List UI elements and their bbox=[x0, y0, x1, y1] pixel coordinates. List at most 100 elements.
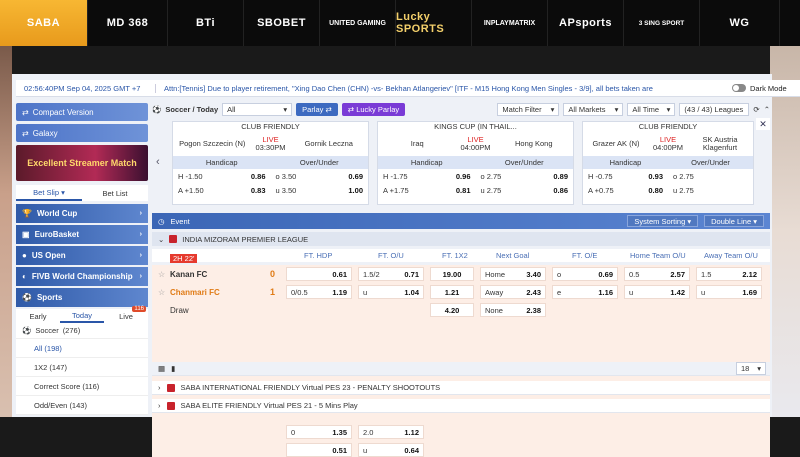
category-label: EuroBasket bbox=[34, 230, 80, 239]
leagues-button[interactable]: (43 / 43) Leagues bbox=[679, 102, 750, 116]
line: 0/0.5 bbox=[291, 287, 308, 297]
compact-version-button[interactable]: ⇄ Compact Version bbox=[16, 103, 148, 121]
button-label: Parlay bbox=[302, 104, 324, 114]
odds-cell[interactable]: 1.21 bbox=[430, 285, 474, 299]
announcement-text[interactable]: Attn:[Tennis] Due to player retirement, … bbox=[156, 84, 732, 93]
brand-lucky-sports[interactable]: Lucky SPORTS bbox=[396, 0, 472, 46]
market-all[interactable]: All (198) bbox=[16, 339, 148, 358]
market-odd-even[interactable]: Odd/Even (143) bbox=[16, 396, 148, 415]
featured-card[interactable]: CLUB FRIENDLY Grazer AK (N) LIVE 04:00PM … bbox=[582, 121, 754, 205]
league-header[interactable]: › SABA INTERNATIONAL FRIENDLY Virtual PE… bbox=[152, 381, 770, 395]
promo-banner[interactable]: Excellent Streamer Match bbox=[16, 145, 148, 181]
brand-apsports[interactable]: APsports bbox=[548, 0, 624, 46]
league-header[interactable]: ⌄ INDIA MIZORAM PREMIER LEAGUE bbox=[152, 232, 770, 246]
odds-cell[interactable]: 0.51 bbox=[286, 443, 352, 457]
featured-card[interactable]: CLUB FRIENDLY Pogon Szczecin (N) LIVE 03:… bbox=[172, 121, 369, 205]
odds-cell[interactable]: o 2.75 0.89 bbox=[476, 172, 574, 181]
odds-cell[interactable]: 0 1.35 bbox=[286, 425, 352, 439]
odds-cell[interactable]: Home 3.40 bbox=[480, 267, 546, 281]
odds-cell[interactable]: o 3.50 0.69 bbox=[271, 172, 369, 181]
sport-count: (276) bbox=[62, 326, 81, 335]
category-us-open[interactable]: ● US Open › bbox=[16, 246, 148, 265]
odds-cell[interactable]: e 1.16 bbox=[552, 285, 618, 299]
page-size-select[interactable]: 18 ▾ bbox=[736, 362, 766, 375]
star-icon[interactable]: ☆ bbox=[158, 270, 165, 279]
brand-saba[interactable]: SABA bbox=[0, 0, 88, 46]
tab-live[interactable]: Live 116 bbox=[104, 306, 148, 323]
odds-cell[interactable]: u 1.42 bbox=[624, 285, 690, 299]
galaxy-button[interactable]: ⇄ Galaxy bbox=[16, 124, 148, 142]
markets-select[interactable]: All Markets ▾ bbox=[563, 102, 624, 116]
odds-cell[interactable]: u 3.50 1.00 bbox=[271, 186, 369, 195]
league-header[interactable]: › SABA ELITE FRIENDLY Virtual PES 21 - 5… bbox=[152, 399, 770, 413]
grid-icon[interactable]: ▦ bbox=[158, 364, 165, 373]
odds-cell[interactable]: 0.5 2.57 bbox=[624, 267, 690, 281]
odds-cell[interactable]: o 0.69 bbox=[552, 267, 618, 281]
match-filter-select[interactable]: Match Filter ▾ bbox=[497, 102, 560, 116]
sidebar: ⇄ Compact Version ⇄ Galaxy Excellent Strea… bbox=[16, 103, 148, 417]
featured-card[interactable]: KINGS CUP (IN THAIL... Iraq LIVE 04:00PM … bbox=[377, 121, 574, 205]
odds-cell[interactable]: 2.0 1.12 bbox=[358, 425, 424, 439]
lucky-parlay-button[interactable]: ⇄ Lucky Parlay bbox=[341, 102, 406, 116]
category-fivb[interactable]: ◐ FIVB World Championship › bbox=[16, 267, 148, 286]
collapse-icon[interactable]: ⌃ bbox=[764, 105, 770, 114]
odds-cell[interactable]: o 2.75 bbox=[668, 172, 753, 181]
star-icon[interactable]: ☆ bbox=[158, 288, 165, 297]
odds-cell[interactable]: u 1.69 bbox=[696, 285, 762, 299]
odds-cell[interactable]: u 1.04 bbox=[358, 285, 424, 299]
sorting-select[interactable]: System Sorting ▾ bbox=[627, 215, 699, 227]
tab-today[interactable]: Today bbox=[60, 309, 104, 323]
brand-3sing[interactable]: 3 SING SPORT bbox=[624, 0, 700, 46]
brand-wg[interactable]: WG bbox=[700, 0, 780, 46]
brand-united-gaming[interactable]: UNITED GAMING bbox=[320, 0, 396, 46]
tab-bet-slip[interactable]: Bet Slip ▾ bbox=[16, 185, 82, 201]
brand-sbobet[interactable]: SBOBET bbox=[244, 0, 320, 46]
odds-row: A +1.75 0.81 u 2.75 0.86 bbox=[378, 183, 573, 197]
time-select[interactable]: All Time ▾ bbox=[627, 102, 676, 116]
odds-cell[interactable]: A +1.75 0.81 bbox=[378, 186, 476, 195]
odds-cell[interactable]: Away 2.43 bbox=[480, 285, 546, 299]
brand-label: UNITED GAMING bbox=[329, 19, 386, 27]
line: Home bbox=[485, 269, 506, 279]
dark-mode-toggle[interactable]: Dark Mode bbox=[732, 84, 800, 93]
odds-cell[interactable]: 4.20 bbox=[430, 303, 474, 317]
select-value: All bbox=[227, 104, 236, 114]
select-value: Match Filter bbox=[502, 104, 542, 114]
prev-arrow-icon[interactable]: ‹ bbox=[156, 156, 160, 168]
odds-cell[interactable]: H -0.75 0.93 bbox=[583, 172, 668, 181]
odds-cell[interactable]: 19.00 bbox=[430, 267, 474, 281]
league-select[interactable]: All ▾ bbox=[222, 102, 293, 116]
tab-bet-list[interactable]: Bet List bbox=[82, 185, 148, 201]
odds-cell[interactable]: H -1.50 0.86 bbox=[173, 172, 271, 181]
odds-cell[interactable]: A +0.75 0.80 bbox=[583, 186, 668, 195]
category-world-cup[interactable]: 🏆 World Cup › bbox=[16, 204, 148, 223]
odds-cell[interactable]: u 2.75 bbox=[668, 186, 753, 195]
odds-cell[interactable]: 0/0.5 1.19 bbox=[286, 285, 352, 299]
odds-cell[interactable]: u 0.64 bbox=[358, 443, 424, 457]
category-sports[interactable]: ⚽ Sports bbox=[16, 288, 148, 307]
price: 0.93 bbox=[648, 171, 663, 181]
close-icon[interactable]: ✕ bbox=[756, 118, 770, 130]
odds-cell[interactable]: 1.5 2.12 bbox=[696, 267, 762, 281]
parlay-button[interactable]: Parlay ⇄ bbox=[296, 102, 338, 116]
odds-cell[interactable]: H -1.75 0.96 bbox=[378, 172, 476, 181]
category-eurobasket[interactable]: ▣ EuroBasket › bbox=[16, 225, 148, 244]
odds-cell[interactable]: u 2.75 0.86 bbox=[476, 186, 574, 195]
tab-early[interactable]: Early bbox=[16, 309, 60, 323]
odds-cell[interactable]: None 2.38 bbox=[480, 303, 546, 317]
soccer-ball-icon: ⚽ bbox=[22, 293, 32, 302]
market-1x2[interactable]: 1X2 (147) bbox=[16, 358, 148, 377]
odds-cell[interactable]: 1.5/2 0.71 bbox=[358, 267, 424, 281]
odds-cell[interactable]: A +1.50 0.83 bbox=[173, 186, 271, 195]
stats-icon[interactable]: ▮ bbox=[171, 364, 175, 373]
market-correct-score[interactable]: Correct Score (116) bbox=[16, 377, 148, 396]
home-team: Pogon Szczecin (N) bbox=[179, 139, 246, 148]
odds-cell[interactable]: 0.61 bbox=[286, 267, 352, 281]
brand-inplaymatrix[interactable]: INPLAYMATRIX bbox=[472, 0, 548, 46]
clock-icon: ◷ bbox=[158, 216, 165, 226]
line-mode-select[interactable]: Double Line ▾ bbox=[704, 215, 764, 227]
brand-md368[interactable]: MD 368 bbox=[88, 0, 168, 46]
sport-soccer[interactable]: ⚽ Soccer (276) bbox=[16, 323, 148, 339]
brand-bti[interactable]: BTi bbox=[168, 0, 244, 46]
refresh-icon[interactable]: ⟳ bbox=[753, 105, 759, 114]
